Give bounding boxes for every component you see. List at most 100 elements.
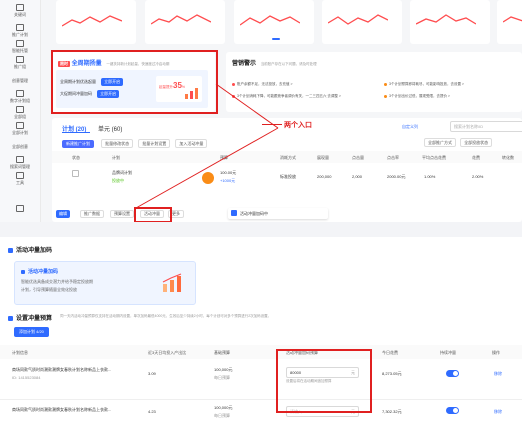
action-budget[interactable]: 预算设置 bbox=[110, 210, 134, 218]
spark-card-4[interactable] bbox=[322, 0, 402, 44]
carousel-dot[interactable] bbox=[272, 38, 280, 40]
section-marker-icon bbox=[8, 316, 13, 321]
sidebar-item-4[interactable]: 创意管理 bbox=[4, 78, 36, 83]
notice-item-4[interactable]: 3个计划出价过低，展现受限，去提价 > bbox=[384, 94, 450, 99]
row-checkbox[interactable] bbox=[72, 170, 79, 177]
tab-underline bbox=[62, 132, 90, 133]
row1-budget: 100,000元 bbox=[214, 367, 233, 372]
sidebar-item-11[interactable] bbox=[4, 205, 36, 213]
row-rate: 2.00% bbox=[472, 174, 484, 179]
annotation-text: 两个入口 bbox=[284, 122, 312, 129]
spark-card-1[interactable] bbox=[56, 0, 136, 44]
bottom-panel: 活动冲量加码 活动冲量加码 智能优选具备成交潜力并给予稳定投放期 计划，引导预算… bbox=[0, 237, 522, 435]
sidebar: 关键词 推广计划 智能托管 推广组 创意管理 数字计划组 全部组 全部计划 全部… bbox=[0, 0, 41, 222]
select-promo-method[interactable]: 全部推广方式 bbox=[424, 138, 456, 147]
sidebar-item-6[interactable]: 全部组 bbox=[4, 106, 36, 119]
row2-budget: 100,000元 bbox=[214, 405, 233, 410]
col-action: 操作 bbox=[492, 350, 500, 355]
col-continuous: 持续冲量 bbox=[440, 350, 456, 355]
row2-remove-link[interactable]: 移除 bbox=[494, 409, 502, 415]
section-title-text: 活动冲量加码 bbox=[16, 248, 53, 254]
search-word-icon bbox=[16, 156, 24, 163]
all-plan-icon bbox=[16, 122, 24, 129]
new-plan-button[interactable]: 新建推广计划 bbox=[62, 140, 94, 148]
feature-title-text: 活动冲量加码 bbox=[28, 269, 59, 275]
search-input[interactable]: 搜索计划名称/ID bbox=[450, 121, 522, 132]
th-clicks: 点击量 bbox=[352, 155, 364, 160]
row-plan-name[interactable]: 品牌词计划 bbox=[112, 170, 132, 176]
plan-icon bbox=[16, 24, 24, 31]
row1-id: ID: 1415523084 bbox=[12, 375, 41, 380]
row1-budget-sub: 每日预算 bbox=[214, 375, 230, 380]
feature-card[interactable]: 活动冲量加码 智能优选具备成交潜力并给予稳定投放期 计划，引导预算随量全效化投放 bbox=[14, 261, 196, 305]
spark-card-2[interactable] bbox=[145, 0, 225, 44]
row2-budget-sub: 每日预算 bbox=[214, 413, 230, 418]
sidebar-item-7[interactable]: 全部计划 bbox=[4, 122, 36, 135]
notice-subtitle: 当前账户存在以下问题，请及时处理 bbox=[260, 62, 317, 66]
sparkline-2 bbox=[151, 14, 211, 25]
top-panel: 关键词 推广计划 智能托管 推广组 创意管理 数字计划组 全部组 全部计划 全部… bbox=[0, 0, 522, 222]
feature-icon bbox=[21, 270, 25, 274]
warning-dot-icon bbox=[384, 94, 387, 98]
group-icon bbox=[16, 56, 24, 63]
row-status: 投放中 bbox=[112, 178, 124, 183]
budget-section-title: 设置冲量预算 bbox=[8, 313, 52, 322]
all-group-icon bbox=[16, 106, 24, 113]
section-title: 活动冲量加码 bbox=[8, 245, 52, 254]
sidebar-item-10[interactable]: 工具 bbox=[4, 172, 36, 185]
sidebar-item-2[interactable]: 智能托管 bbox=[4, 40, 36, 53]
sidebar-item-3[interactable]: 推广组 bbox=[4, 56, 36, 69]
th-plan: 计划 bbox=[112, 155, 120, 160]
notice-item-2[interactable]: 3个计划预算即将耗尽，可能影响投放，去设置 > bbox=[384, 82, 464, 87]
budget-table-row[interactable]: 商场同款气质时尚潮款潮牌女春秋计划名称新品上衣款... ID: 14155230… bbox=[0, 361, 522, 399]
sparkline-6 bbox=[503, 16, 522, 23]
section-marker-icon bbox=[8, 248, 13, 253]
sidebar-item-1[interactable]: 推广计划 bbox=[4, 24, 36, 37]
select-status[interactable]: 全部投放状态 bbox=[460, 138, 493, 147]
filter-status[interactable]: 批量修改状态 bbox=[101, 139, 134, 148]
tab-unit[interactable]: 单元 (60) bbox=[98, 127, 122, 133]
sidebar-item-0[interactable]: 关键词 bbox=[4, 4, 36, 17]
budget-section-title-text: 设置冲量预算 bbox=[16, 316, 53, 322]
row2-roi: 4.23 bbox=[148, 409, 156, 414]
row-divider bbox=[0, 399, 522, 400]
row1-name: 商场同款气质时尚潮款潮牌女春秋计划名称新品上衣款... bbox=[12, 367, 112, 372]
custom-columns-link[interactable]: 自定义列 bbox=[402, 124, 418, 130]
action-data[interactable]: 推广数据 bbox=[80, 210, 104, 218]
table-row[interactable]: 品牌词计划 投放中 100.00元 +1000元 标准投放 200,000 2,… bbox=[52, 166, 522, 206]
row-cost: 2000.00元 bbox=[387, 174, 406, 179]
row2-toggle[interactable] bbox=[446, 407, 459, 414]
action-edit[interactable]: 编辑 bbox=[56, 210, 70, 218]
sidebar-item-9[interactable]: 搜索词管理 bbox=[4, 156, 36, 169]
section-divider bbox=[0, 222, 522, 237]
table-header: 状态 计划 预算 消耗方式 展现量 点击量 点击率 平均点击花费 花费 转化数 bbox=[52, 151, 522, 163]
add-plan-button[interactable]: 添加计划 4/20 bbox=[14, 327, 49, 337]
row1-roi: 3.09 bbox=[148, 371, 156, 376]
row-ctr: 1.00% bbox=[424, 174, 436, 179]
th-cpc: 平均点击花费 bbox=[422, 155, 446, 160]
row-method: 标准投放 bbox=[280, 174, 296, 179]
sparkline-1 bbox=[62, 15, 122, 27]
digital-icon bbox=[16, 90, 24, 97]
row1-toggle[interactable] bbox=[446, 370, 459, 377]
budget-table-header: 计划信息 近3天日均投入产出比 基础预算 活动冲量加码预算 今日花费 持续冲量 … bbox=[0, 345, 522, 359]
notice-title: 营销警示 bbox=[232, 61, 257, 67]
row1-remove-link[interactable]: 移除 bbox=[494, 371, 502, 377]
feature-title: 活动冲量加码 bbox=[21, 268, 58, 275]
sidebar-item-8[interactable]: 全部创意 bbox=[4, 144, 36, 149]
feature-desc-2: 计划，引导预算随量全效化投放 bbox=[21, 287, 77, 292]
col-roi: 近3天日均投入产出比 bbox=[148, 350, 187, 355]
plan-list-card: 计划 (20) 单元 (60) 两个入口 自定义列 搜索计划名称/ID 新建推广… bbox=[52, 118, 522, 222]
col-plan-info: 计划信息 bbox=[12, 350, 28, 355]
notice-item-4-text: 3个计划出价过低，展现受限，去提价 > bbox=[389, 94, 450, 98]
keyword-icon bbox=[16, 4, 24, 11]
budget-table-row[interactable]: 商场同款气质时尚潮款潮牌女春秋计划名称新品上衣款... 4.23 100,000… bbox=[0, 401, 522, 435]
sparkline-5 bbox=[416, 14, 476, 25]
sidebar-item-5[interactable]: 数字计划组 bbox=[4, 90, 36, 103]
col-base-budget: 基础预算 bbox=[214, 350, 230, 355]
th-impressions: 展现量 bbox=[317, 155, 329, 160]
th-ctr: 点击率 bbox=[387, 155, 399, 160]
spark-card-3[interactable] bbox=[234, 0, 314, 44]
spark-card-5[interactable] bbox=[410, 0, 490, 44]
spark-card-6[interactable] bbox=[497, 0, 522, 44]
